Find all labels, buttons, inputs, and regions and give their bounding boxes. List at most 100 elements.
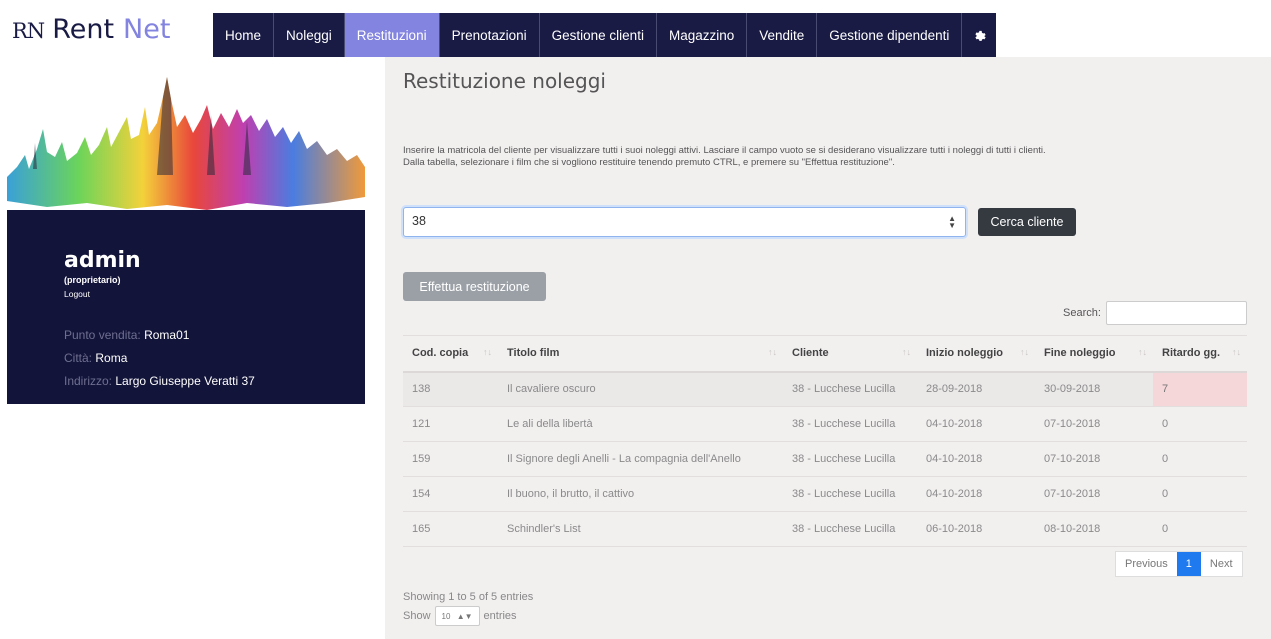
instructions-line-1: Inserire la matricola del cliente per vi… (403, 145, 1046, 156)
sort-icon: ↑↓ (902, 347, 911, 358)
cell-inizio-noleggio: 04-10-2018 (917, 441, 1035, 477)
page-title: Restituzione noleggi (403, 69, 606, 93)
main-content: Restituzione noleggi Inserire la matrico… (385, 57, 1271, 639)
nav-item-home[interactable]: Home (213, 13, 275, 57)
pagination-previous[interactable]: Previous (1116, 552, 1177, 576)
top-bar: RN Rent Net Home Noleggi Restituzioni Pr… (0, 0, 1271, 57)
cell-cliente: 38 - Lucchese Lucilla (783, 511, 917, 547)
city-value: Roma (95, 351, 128, 365)
cell-ritardo: 0 (1153, 476, 1247, 512)
logo-mark: RN (12, 19, 45, 43)
pagination-next[interactable]: Next (1201, 552, 1242, 576)
logout-link[interactable]: Logout (64, 289, 90, 299)
sort-icon: ↑↓ (1138, 347, 1147, 358)
column-header-titolo-film[interactable]: Titolo film ↑↓ (498, 335, 783, 373)
cell-fine-noleggio: 07-10-2018 (1035, 476, 1153, 512)
gear-icon (975, 30, 987, 41)
instructions-line-2: Dalla tabella, selezionare i film che si… (403, 157, 895, 168)
cell-inizio-noleggio: 28-09-2018 (917, 371, 1035, 407)
skyline-illustration (7, 57, 365, 210)
table-row[interactable]: 121 Le ali della libertà 38 - Lucchese L… (403, 406, 1247, 442)
cell-ritardo: 7 (1153, 371, 1247, 407)
table-search-label: Search: (1063, 307, 1101, 319)
brand-logo[interactable]: RN Rent Net (12, 14, 170, 46)
cell-titolo-film: Schindler's List (498, 511, 783, 547)
sort-icon: ↑↓ (1020, 347, 1029, 358)
cell-cod-copia: 165 (403, 511, 498, 547)
return-button[interactable]: Effettua restituzione (403, 272, 546, 301)
cell-cod-copia: 138 (403, 371, 498, 407)
show-label: Show (403, 610, 431, 622)
number-spinner-icon[interactable]: ▲ ▼ (948, 215, 956, 230)
page-length-control: Show 10 ▲▼ entries (403, 606, 517, 626)
cell-titolo-film: Il cavaliere oscuro (498, 371, 783, 407)
city-info: Città: Roma (64, 351, 127, 365)
logo-name-rent: Rent (52, 14, 115, 45)
cell-fine-noleggio: 30-09-2018 (1035, 371, 1153, 407)
cell-ritardo: 0 (1153, 511, 1247, 547)
search-client-button[interactable]: Cerca cliente (978, 208, 1076, 236)
table-row[interactable]: 138 Il cavaliere oscuro 38 - Lucchese Lu… (403, 371, 1247, 407)
pagination-page-1[interactable]: 1 (1176, 552, 1201, 576)
cell-cod-copia: 121 (403, 406, 498, 442)
settings-button[interactable] (962, 13, 996, 57)
cell-titolo-film: Il Signore degli Anelli - La compagnia d… (498, 441, 783, 477)
address-label: Indirizzo: (64, 374, 113, 388)
cell-inizio-noleggio: 06-10-2018 (917, 511, 1035, 547)
cell-ritardo: 0 (1153, 441, 1247, 477)
address-value: Largo Giuseppe Veratti 37 (115, 374, 255, 388)
nav-item-restituzioni[interactable]: Restituzioni (344, 13, 440, 57)
logo-name-net: Net (123, 14, 171, 45)
column-header-fine-noleggio[interactable]: Fine noleggio ↑↓ (1035, 335, 1153, 373)
user-role: (proprietario) (64, 275, 121, 285)
sort-icon: ↑↓ (483, 347, 492, 358)
cell-fine-noleggio: 08-10-2018 (1035, 511, 1153, 547)
cell-fine-noleggio: 07-10-2018 (1035, 406, 1153, 442)
cell-cliente: 38 - Lucchese Lucilla (783, 476, 917, 512)
store-value: Roma01 (144, 328, 190, 342)
nav-item-gestione-dipendenti[interactable]: Gestione dipendenti (817, 13, 963, 57)
nav-item-prenotazioni[interactable]: Prenotazioni (440, 13, 540, 57)
nav-item-vendite[interactable]: Vendite (747, 13, 818, 57)
cell-cliente: 38 - Lucchese Lucilla (783, 441, 917, 477)
table-row[interactable]: 165 Schindler's List 38 - Lucchese Lucil… (403, 511, 1247, 547)
cell-titolo-film: Le ali della libertà (498, 406, 783, 442)
page-length-select[interactable]: 10 ▲▼ (434, 606, 480, 626)
cell-ritardo: 0 (1153, 406, 1247, 442)
cell-cliente: 38 - Lucchese Lucilla (783, 406, 917, 442)
rentals-table: Cod. copia ↑↓ Titolo film ↑↓ Cliente ↑↓ Ini… (403, 335, 1247, 547)
main-nav: Home Noleggi Restituzioni Prenotazioni G… (213, 13, 997, 57)
column-header-inizio-noleggio[interactable]: Inizio noleggio ↑↓ (917, 335, 1035, 373)
user-name: admin (64, 248, 141, 273)
store-info: Punto vendita: Roma01 (64, 328, 189, 342)
cell-titolo-film: Il buono, il brutto, il cattivo (498, 476, 783, 512)
cell-cod-copia: 159 (403, 441, 498, 477)
nav-item-magazzino[interactable]: Magazzino (657, 13, 748, 57)
cell-cliente: 38 - Lucchese Lucilla (783, 371, 917, 407)
column-header-ritardo[interactable]: Ritardo gg. ↑↓ (1153, 335, 1247, 373)
column-header-cliente[interactable]: Cliente ↑↓ (783, 335, 917, 373)
entries-info: Showing 1 to 5 of 5 entries (403, 591, 534, 603)
column-header-cod-copia[interactable]: Cod. copia ↑↓ (403, 335, 498, 373)
page-length-value: 10 (441, 611, 451, 621)
nav-item-noleggi[interactable]: Noleggi (274, 13, 345, 57)
store-label: Punto vendita: (64, 328, 141, 342)
address-info: Indirizzo: Largo Giuseppe Veratti 37 (64, 374, 255, 388)
city-label: Città: (64, 351, 93, 365)
sort-icon: ↑↓ (1232, 347, 1241, 358)
table-search-input[interactable] (1106, 301, 1247, 325)
client-id-input[interactable]: 38 ▲ ▼ (403, 207, 966, 237)
nav-item-gestione-clienti[interactable]: Gestione clienti (540, 13, 657, 57)
select-arrows-icon: ▲▼ (456, 611, 473, 621)
table-row[interactable]: 159 Il Signore degli Anelli - La compagn… (403, 441, 1247, 477)
user-panel: admin (proprietario) Logout Punto vendit… (7, 210, 365, 404)
table-row[interactable]: 154 Il buono, il brutto, il cattivo 38 -… (403, 476, 1247, 512)
cell-cod-copia: 154 (403, 476, 498, 512)
sort-icon: ↑↓ (768, 347, 777, 358)
instructions: Inserire la matricola del cliente per vi… (403, 145, 1193, 169)
cell-inizio-noleggio: 04-10-2018 (917, 476, 1035, 512)
client-id-value: 38 (412, 214, 426, 228)
cell-fine-noleggio: 07-10-2018 (1035, 441, 1153, 477)
pagination: Previous 1 Next (1115, 551, 1243, 577)
entries-label: entries (483, 610, 517, 622)
